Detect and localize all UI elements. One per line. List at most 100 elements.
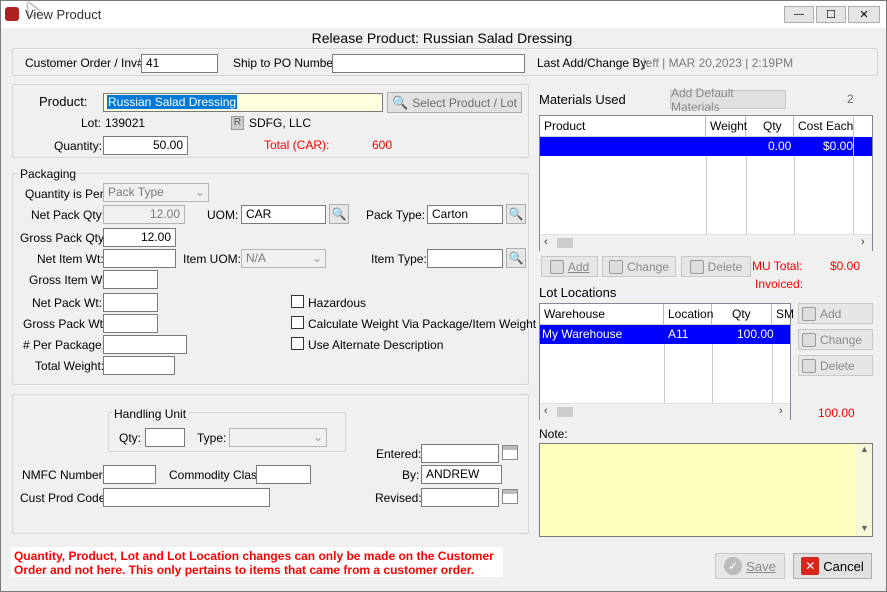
commodity-field[interactable] (256, 465, 311, 484)
nmfc-field[interactable] (103, 465, 156, 484)
title-bar: View Product — ☐ ✕ (1, 0, 886, 28)
note-textarea[interactable]: ▲ ▼ (539, 443, 873, 537)
select-product-button[interactable]: 🔍 Select Product / Lot (387, 92, 522, 113)
item-type-search-button[interactable]: 🔍 (506, 248, 526, 268)
product-value: Russian Salad Dressing (107, 95, 238, 109)
uom-search-button[interactable]: 🔍 (329, 204, 349, 224)
col-qty[interactable]: Qty (712, 304, 772, 324)
pack-type-search-button[interactable]: 🔍 (506, 204, 526, 224)
col-cost-each[interactable]: Cost Each (794, 116, 854, 136)
cust-prod-label: Cust Prod Code: (20, 491, 109, 505)
net-pack-wt-field[interactable] (103, 293, 158, 312)
qty-per-select[interactable]: Pack Type ⌄ (103, 183, 209, 202)
lot-locations-title: Lot Locations (539, 285, 617, 300)
revised-field[interactable] (421, 488, 499, 507)
table-row[interactable]: 0.00 $0.00 (540, 137, 872, 156)
pack-type-field[interactable]: Carton (427, 205, 503, 224)
lot-add-button[interactable]: Add (798, 303, 873, 324)
handling-qty-field[interactable] (145, 428, 185, 447)
invoiced-label: Invoiced: (755, 277, 804, 291)
lot-change-button[interactable]: Change (798, 329, 873, 350)
net-pack-qty-field[interactable]: 12.00 (103, 205, 185, 224)
col-weight[interactable]: Weight (706, 116, 747, 136)
col-sm[interactable]: SM (772, 304, 794, 324)
delete-icon (689, 259, 704, 274)
calendar-icon[interactable] (502, 445, 518, 460)
total-weight-field[interactable] (103, 356, 175, 375)
item-uom-label: Item UOM: (183, 252, 242, 266)
maximize-button[interactable]: ☐ (816, 6, 846, 23)
entered-field[interactable] (421, 444, 499, 463)
per-package-label: # Per Package: (23, 338, 106, 352)
ship-po-field[interactable] (332, 54, 525, 73)
save-button[interactable]: ✓ Save (715, 553, 785, 579)
app-icon (5, 7, 19, 21)
by-field[interactable]: ANDREW (421, 465, 502, 484)
gross-item-wt-field[interactable] (103, 270, 158, 289)
lot-locations-grid[interactable]: Warehouse Location Qty SM My Warehouse A… (539, 303, 794, 420)
uom-field[interactable]: CAR (241, 205, 326, 224)
product-field[interactable]: Russian Salad Dressing (103, 93, 383, 112)
col-product[interactable]: Product (540, 116, 706, 136)
scroll-right-icon[interactable]: › (861, 236, 865, 248)
item-uom-select[interactable]: N/A ⌄ (241, 249, 326, 268)
materials-change-button[interactable]: Change (602, 256, 676, 277)
window-title: View Product (25, 7, 102, 22)
scroll-right-icon[interactable]: › (779, 405, 783, 417)
calendar-icon[interactable] (502, 489, 518, 504)
handling-type-select[interactable]: ⌄ (229, 428, 327, 447)
materials-add-button[interactable]: Add (541, 256, 598, 277)
quantity-field[interactable]: 50.00 (103, 136, 188, 155)
col-warehouse[interactable]: Warehouse (540, 304, 664, 324)
search-icon: 🔍 (508, 251, 524, 265)
view-product-window: View Product — ☐ ✕ Release Product: Russ… (0, 0, 887, 592)
company-name: SDFG, LLC (249, 116, 312, 130)
col-location[interactable]: Location (664, 304, 713, 324)
materials-grid[interactable]: Product Weight Qty Cost Each 0.00 $0.00 … (539, 115, 873, 251)
table-row[interactable]: My Warehouse A11 100.00 (540, 325, 790, 344)
lot-label: Lot: (81, 116, 102, 130)
scroll-left-icon[interactable]: ‹ (544, 405, 548, 417)
net-item-wt-field[interactable] (103, 249, 176, 268)
item-type-field[interactable] (427, 249, 503, 268)
per-package-field[interactable] (103, 335, 187, 354)
hazardous-checkbox[interactable] (291, 295, 304, 308)
total-value: 600 (372, 138, 393, 152)
item-type-label: Item Type: (371, 252, 427, 266)
chevron-down-icon: ⌄ (194, 185, 205, 199)
lot-delete-button[interactable]: Delete (798, 355, 873, 376)
col-qty[interactable]: Qty (746, 116, 794, 136)
cancel-button[interactable]: ✕ Cancel (793, 553, 872, 579)
gross-pack-qty-label: Gross Pack Qty: (20, 231, 108, 245)
lot-hscrollbar[interactable]: ‹ › (540, 403, 790, 420)
customer-order-field[interactable]: 41 (141, 54, 218, 73)
net-pack-wt-label: Net Pack Wt: (32, 296, 103, 310)
close-window-button[interactable]: ✕ (848, 6, 880, 23)
calc-weight-label: Calculate Weight Via Package/Item Weight (308, 317, 537, 331)
calc-weight-checkbox[interactable] (291, 316, 304, 329)
gross-pack-wt-field[interactable] (103, 314, 158, 333)
last-change-label: Last Add/Change By: (537, 56, 650, 70)
page-title: Release Product: Russian Salad Dressing (311, 30, 573, 46)
handling-type-label: Type: (197, 431, 227, 445)
scroll-left-icon[interactable]: ‹ (544, 236, 548, 248)
scroll-down-icon[interactable]: ▼ (860, 523, 869, 533)
scroll-up-icon[interactable]: ▲ (860, 444, 869, 454)
materials-hscrollbar[interactable]: ‹ › (540, 234, 872, 251)
note-scrollbar[interactable]: ▲ ▼ (856, 444, 872, 536)
materials-delete-button[interactable]: Delete (681, 256, 751, 277)
gross-pack-qty-field[interactable]: 12.00 (103, 228, 176, 247)
close-icon: ✕ (801, 557, 820, 575)
materials-title: Materials Used (539, 92, 626, 107)
quantity-label: Quantity: (54, 139, 103, 153)
minimize-button[interactable]: — (784, 6, 814, 23)
revised-label: Revised: (375, 491, 422, 505)
alt-description-checkbox[interactable] (291, 337, 304, 350)
cust-prod-field[interactable] (103, 488, 270, 507)
packaging-group-label: Packaging (18, 167, 79, 181)
add-default-materials-button[interactable]: Add Default Materials (670, 86, 786, 114)
edit-icon (802, 332, 816, 347)
warning-message: Quantity, Product, Lot and Lot Location … (11, 547, 503, 577)
hazardous-label: Hazardous (308, 296, 367, 310)
warning-line-1: Quantity, Product, Lot and Lot Location … (14, 549, 494, 563)
